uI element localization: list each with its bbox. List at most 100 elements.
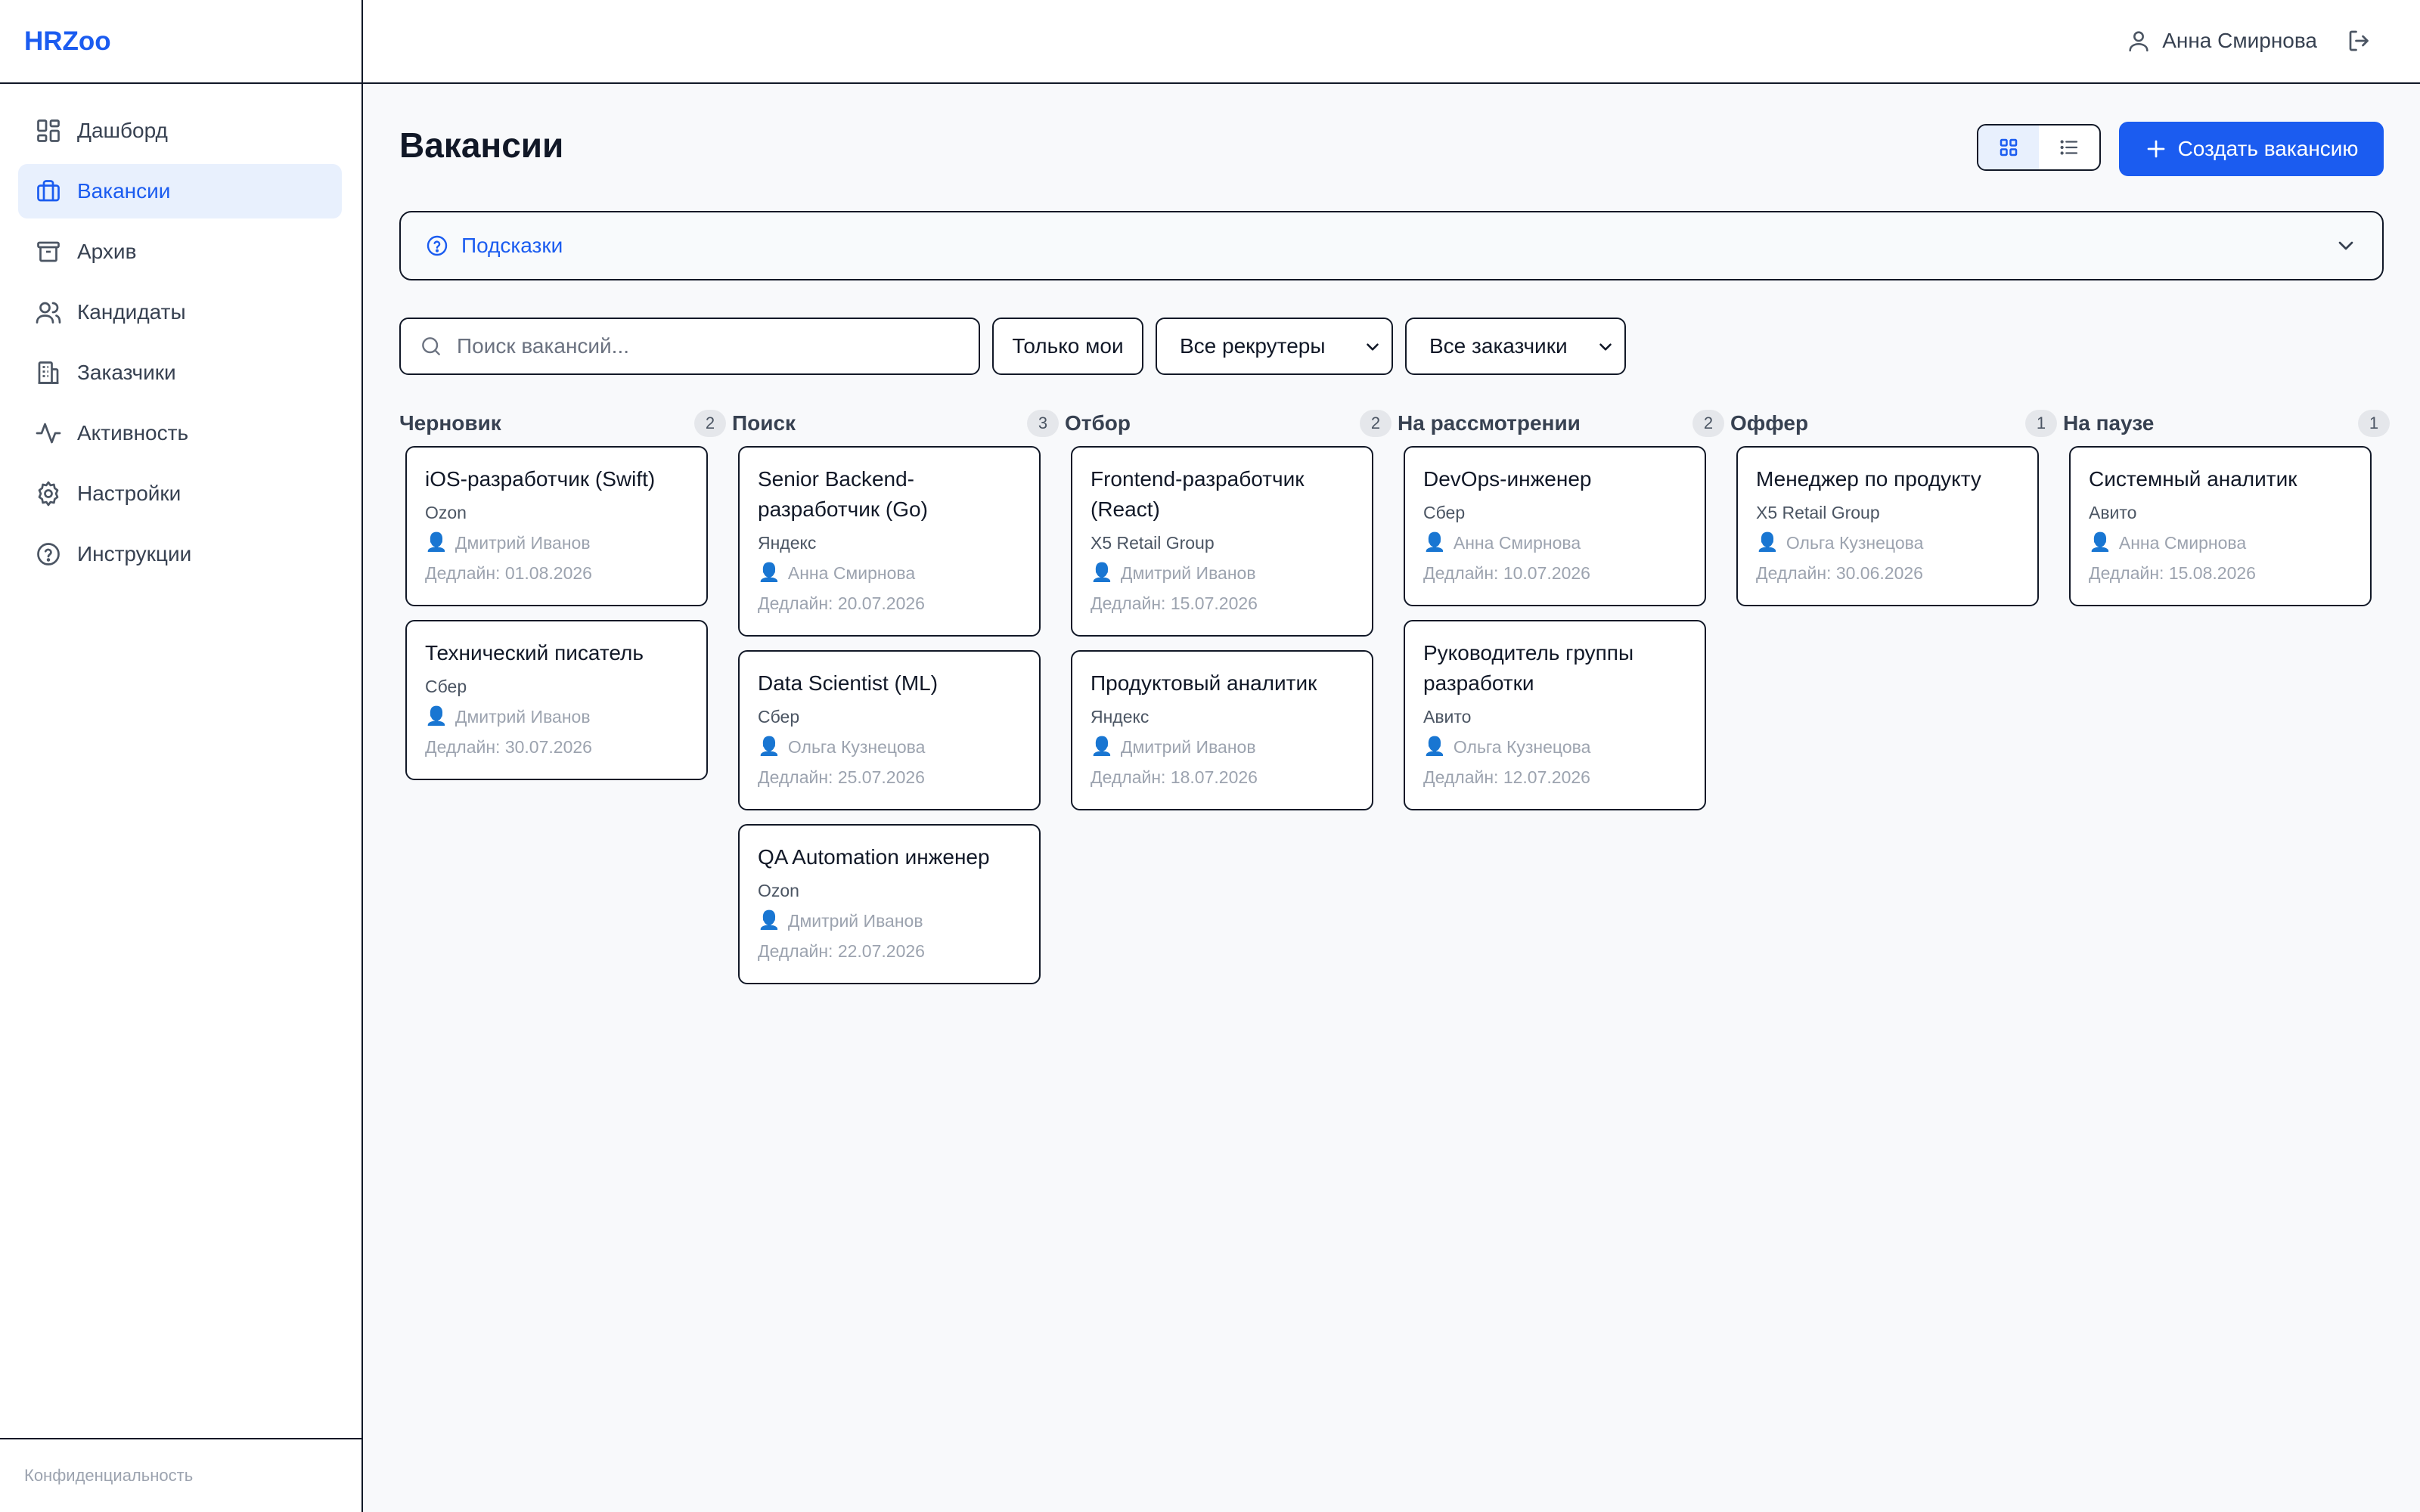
column-title: Оффер — [1730, 411, 1809, 435]
chevron-down-icon — [1363, 337, 1382, 357]
create-vacancy-button[interactable]: Создать вакансию — [2119, 122, 2384, 176]
column-count-badge: 2 — [1692, 410, 1724, 437]
privacy-link[interactable]: Конфиденциальность — [24, 1466, 193, 1486]
vacancy-card[interactable]: Руководитель группы разработки Авито 👤 Ольг… — [1404, 620, 1706, 810]
recruiter-name: Анна Смирнова — [787, 563, 916, 583]
vacancy-deadline: Дедлайн: 30.07.2026 — [425, 737, 592, 757]
sidebar-item-label: Инструкции — [77, 542, 192, 565]
vacancy-client: Авито — [1423, 707, 1472, 727]
vacancy-deadline: Дедлайн: 12.07.2026 — [1423, 767, 1590, 787]
column-cards: Системный аналитик Авито 👤 Анна Смирнова Дед… — [2063, 446, 2396, 606]
kanban-board: Черновик 2 iOS-разработчик (Swift) Ozon 👤 Дми… — [399, 401, 2390, 998]
sidebar-nav: Дашборд Вакансии Архив Кандидаты Заказчи… — [0, 84, 361, 581]
person-icon: 👤 — [758, 736, 780, 757]
kanban-column: Отбор 2 Frontend-разработчик (React) X5 Ret… — [1065, 401, 1398, 998]
sidebar-item-activity[interactable]: Активность — [18, 406, 342, 460]
hints-accordion[interactable]: Подсказки — [399, 211, 2384, 280]
sidebar-item-vacancies[interactable]: Вакансии — [18, 164, 342, 218]
column-title: Поиск — [732, 411, 796, 435]
only-mine-button[interactable]: Только мои — [992, 318, 1143, 375]
column-header: На паузе 1 — [2063, 401, 2390, 446]
search-icon — [419, 334, 443, 358]
vacancy-card[interactable]: Senior Backend-разработчик (Go) Яндекс 👤 Ан… — [738, 446, 1041, 637]
vacancy-deadline: Дедлайн: 20.07.2026 — [758, 593, 925, 613]
vacancy-recruiter: 👤 Ольга Кузнецова — [1423, 732, 1686, 762]
vacancy-client: Ozon — [758, 881, 799, 900]
list-view-button[interactable] — [2039, 125, 2099, 169]
vacancy-card[interactable]: iOS-разработчик (Swift) Ozon 👤 Дмитрий Иван… — [405, 446, 708, 606]
recruiter-name: Анна Смирнова — [2118, 533, 2247, 553]
vacancy-card[interactable]: Технический писатель Сбер 👤 Дмитрий Иванов Д… — [405, 620, 708, 780]
vacancy-card[interactable]: Продуктовый аналитик Яндекс 👤 Дмитрий Ивано… — [1071, 650, 1373, 810]
user-name: Анна Смирнова — [2162, 29, 2317, 52]
vacancy-client: Сбер — [758, 707, 800, 727]
person-icon: 👤 — [1423, 736, 1446, 757]
vacancy-recruiter: 👤 Дмитрий Иванов — [758, 906, 1021, 936]
sidebar-item-settings[interactable]: Настройки — [18, 466, 342, 521]
column-count-badge: 3 — [1027, 410, 1059, 437]
view-toggle — [1977, 124, 2101, 171]
vacancy-card[interactable]: Системный аналитик Авито 👤 Анна Смирнова Дед… — [2069, 446, 2372, 606]
column-cards: Frontend-разработчик (React) X5 Retail Gr… — [1065, 446, 1398, 810]
sidebar-item-label: Настройки — [77, 482, 182, 505]
sidebar-item-customers[interactable]: Заказчики — [18, 345, 342, 400]
logout-icon[interactable] — [2346, 27, 2373, 54]
vacancy-title: Продуктовый аналитик — [1091, 671, 1317, 695]
column-title: На паузе — [2063, 411, 2155, 435]
recruiter-select[interactable]: Все рекрутеры — [1156, 318, 1393, 375]
vacancy-client: Яндекс — [1091, 707, 1150, 727]
sidebar-item-archive[interactable]: Архив — [18, 225, 342, 279]
person-icon: 👤 — [1756, 532, 1779, 553]
sidebar-item-dashboard[interactable]: Дашборд — [18, 104, 342, 158]
recruiter-name: Дмитрий Иванов — [455, 707, 591, 727]
column-header: На рассмотрении 2 — [1398, 401, 1724, 446]
user-menu[interactable]: Анна Смирнова — [2126, 27, 2373, 54]
sidebar-item-instructions[interactable]: Инструкции — [18, 527, 342, 581]
users-icon — [35, 299, 62, 326]
chevron-down-icon — [2334, 234, 2358, 258]
vacancy-title: Frontend-разработчик (React) — [1091, 467, 1305, 521]
sidebar-item-label: Вакансии — [77, 179, 171, 203]
vacancy-recruiter: 👤 Анна Смирнова — [2089, 528, 2352, 558]
board-view-button[interactable] — [1978, 125, 2039, 169]
recruiter-name: Дмитрий Иванов — [455, 533, 591, 553]
vacancy-deadline: Дедлайн: 18.07.2026 — [1091, 767, 1258, 787]
person-icon: 👤 — [425, 532, 448, 553]
column-cards: iOS-разработчик (Swift) Ozon 👤 Дмитрий Иван… — [399, 446, 732, 780]
column-cards: Менеджер по продукту X5 Retail Group 👤 Ольг… — [1730, 446, 2063, 606]
list-icon — [2058, 136, 2080, 159]
person-icon: 👤 — [2089, 532, 2111, 553]
kanban-column: Черновик 2 iOS-разработчик (Swift) Ozon 👤 Дми… — [399, 401, 732, 998]
kanban-column: Оффер 1 Менеджер по продукту X5 Retail Grou… — [1730, 401, 2063, 998]
person-icon: 👤 — [1091, 562, 1113, 583]
vacancy-client: Сбер — [425, 677, 467, 696]
vacancy-recruiter: 👤 Анна Смирнова — [1423, 528, 1686, 558]
hints-label: Подсказки — [461, 234, 563, 257]
customer-select-value: Все заказчики — [1429, 334, 1568, 358]
vacancy-card[interactable]: Менеджер по продукту X5 Retail Group 👤 Ольг… — [1736, 446, 2039, 606]
vacancy-client: Авито — [2089, 503, 2137, 522]
column-count-badge: 2 — [1360, 410, 1392, 437]
user-icon — [2126, 28, 2152, 54]
recruiter-name: Ольга Кузнецова — [787, 737, 926, 757]
vacancy-title: Data Scientist (ML) — [758, 671, 939, 695]
brand-logo[interactable]: HRZoo — [24, 26, 111, 57]
sidebar-item-candidates[interactable]: Кандидаты — [18, 285, 342, 339]
person-icon: 👤 — [758, 562, 780, 583]
search-input[interactable] — [457, 334, 971, 358]
customer-select[interactable]: Все заказчики — [1405, 318, 1626, 375]
kanban-column: На рассмотрении 2 DevOps-инженер Сбер 👤 Анна … — [1398, 401, 1730, 998]
vacancy-card[interactable]: Frontend-разработчик (React) X5 Retail Gr… — [1071, 446, 1373, 637]
vacancy-deadline: Дедлайн: 22.07.2026 — [758, 941, 925, 961]
vacancy-card[interactable]: QA Automation инженер Ozon 👤 Дмитрий Иванов… — [738, 824, 1041, 984]
create-vacancy-label: Создать вакансию — [2177, 137, 2359, 160]
top-bar: Анна Смирнова — [363, 0, 2420, 84]
vacancy-title: Менеджер по продукту — [1756, 467, 1981, 491]
recruiter-select-value: Все рекрутеры — [1180, 334, 1326, 358]
sidebar-item-label: Архив — [77, 240, 137, 263]
vacancy-card[interactable]: Data Scientist (ML) Сбер 👤 Ольга Кузнецова Д… — [738, 650, 1041, 810]
kanban-column: На паузе 1 Системный аналитик Авито 👤 Анна См… — [2063, 401, 2396, 998]
column-title: Черновик — [399, 411, 501, 435]
column-header: Поиск 3 — [732, 401, 1059, 446]
vacancy-card[interactable]: DevOps-инженер Сбер 👤 Анна Смирнова Дедлайн:… — [1404, 446, 1706, 606]
